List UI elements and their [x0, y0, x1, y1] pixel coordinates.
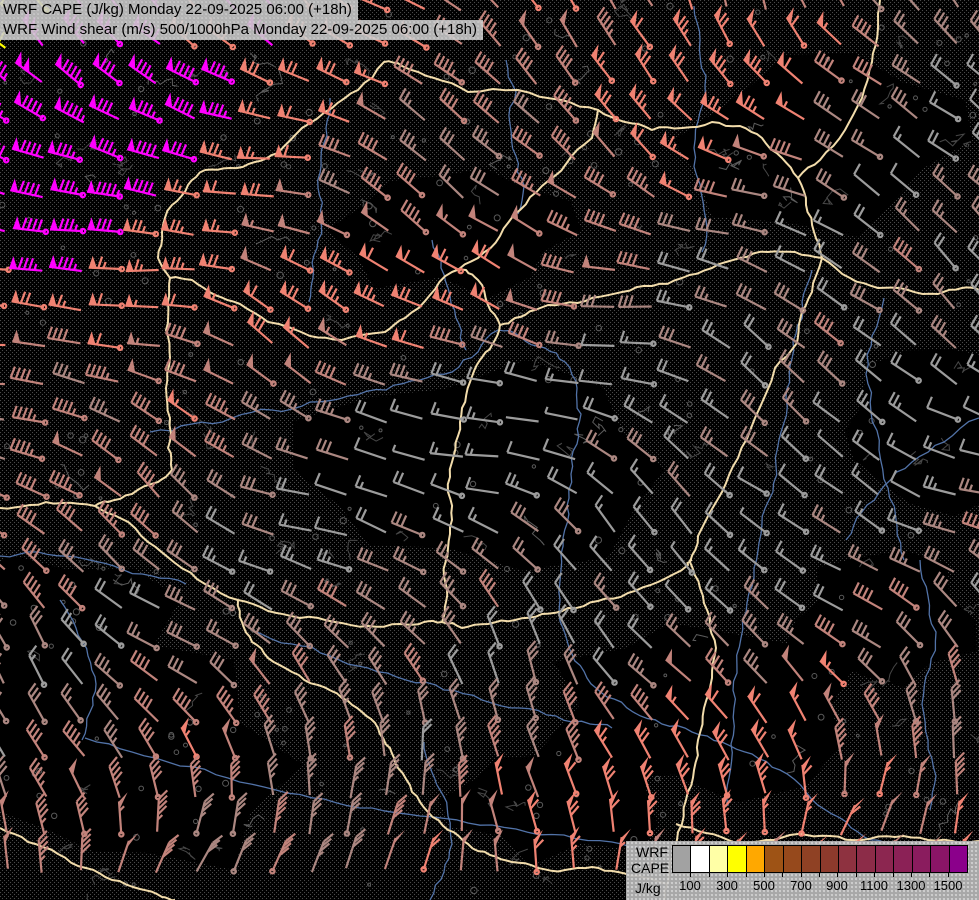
map-title-cape: WRF CAPE (J/kg) Monday 22-09-2025 06:00 … [0, 0, 358, 20]
legend-swatch-11 [875, 846, 895, 872]
map-title-shear: WRF Wind shear (m/s) 500/1000hPa Monday … [0, 20, 484, 40]
legend-swatch-3 [728, 846, 747, 872]
legend-label-unit: J/kg [635, 880, 661, 896]
legend-tick-label: 1300 [896, 878, 926, 893]
legend-tick [948, 872, 949, 877]
legend-swatch-7 [802, 846, 821, 872]
legend-colorbar [672, 845, 968, 873]
legend-swatch-12 [894, 846, 913, 872]
legend-swatch-13 [912, 846, 932, 872]
legend-label-cape: CAPE [631, 860, 670, 876]
legend-tick [856, 872, 857, 877]
legend-tick [819, 872, 820, 877]
weather-map-page: WRF CAPE (J/kg) Monday 22-09-2025 06:00 … [0, 0, 979, 900]
legend-tick [709, 872, 710, 877]
legend-tick [727, 872, 728, 877]
legend-tick-label: 100 [679, 878, 701, 893]
legend-tick [874, 872, 875, 877]
legend-swatch-15 [949, 846, 967, 872]
legend-tick [782, 872, 783, 877]
legend-swatch-1 [691, 846, 710, 872]
legend-tick [929, 872, 930, 877]
legend-tick [801, 872, 802, 877]
legend-tick [837, 872, 838, 877]
legend-tick [746, 872, 747, 877]
legend-swatch-10 [857, 846, 876, 872]
legend-swatch-5 [765, 846, 784, 872]
legend-swatch-9 [838, 846, 858, 872]
legend-tick [911, 872, 912, 877]
legend-swatch-0 [673, 846, 692, 872]
legend-swatch-14 [931, 846, 950, 872]
cape-legend: WRF CAPE J/kg 100 300 500 700 900 1100 1300 150… [626, 841, 979, 900]
legend-swatch-2 [709, 846, 729, 872]
legend-tick-label: 1500 [933, 878, 963, 893]
legend-tick [690, 872, 691, 877]
legend-tick-label: 1100 [860, 878, 888, 893]
legend-label-wrf: WRF [636, 844, 668, 860]
legend-tick-label: 900 [826, 878, 848, 893]
legend-tick-label: 300 [716, 878, 738, 893]
legend-swatch-8 [820, 846, 839, 872]
legend-swatch-4 [746, 846, 766, 872]
legend-swatch-6 [783, 846, 803, 872]
legend-tick [764, 872, 765, 877]
legend-tick-label: 500 [753, 878, 775, 893]
legend-tick-label: 700 [790, 878, 812, 893]
legend-tick [893, 872, 894, 877]
weather-map[interactable] [0, 0, 979, 900]
